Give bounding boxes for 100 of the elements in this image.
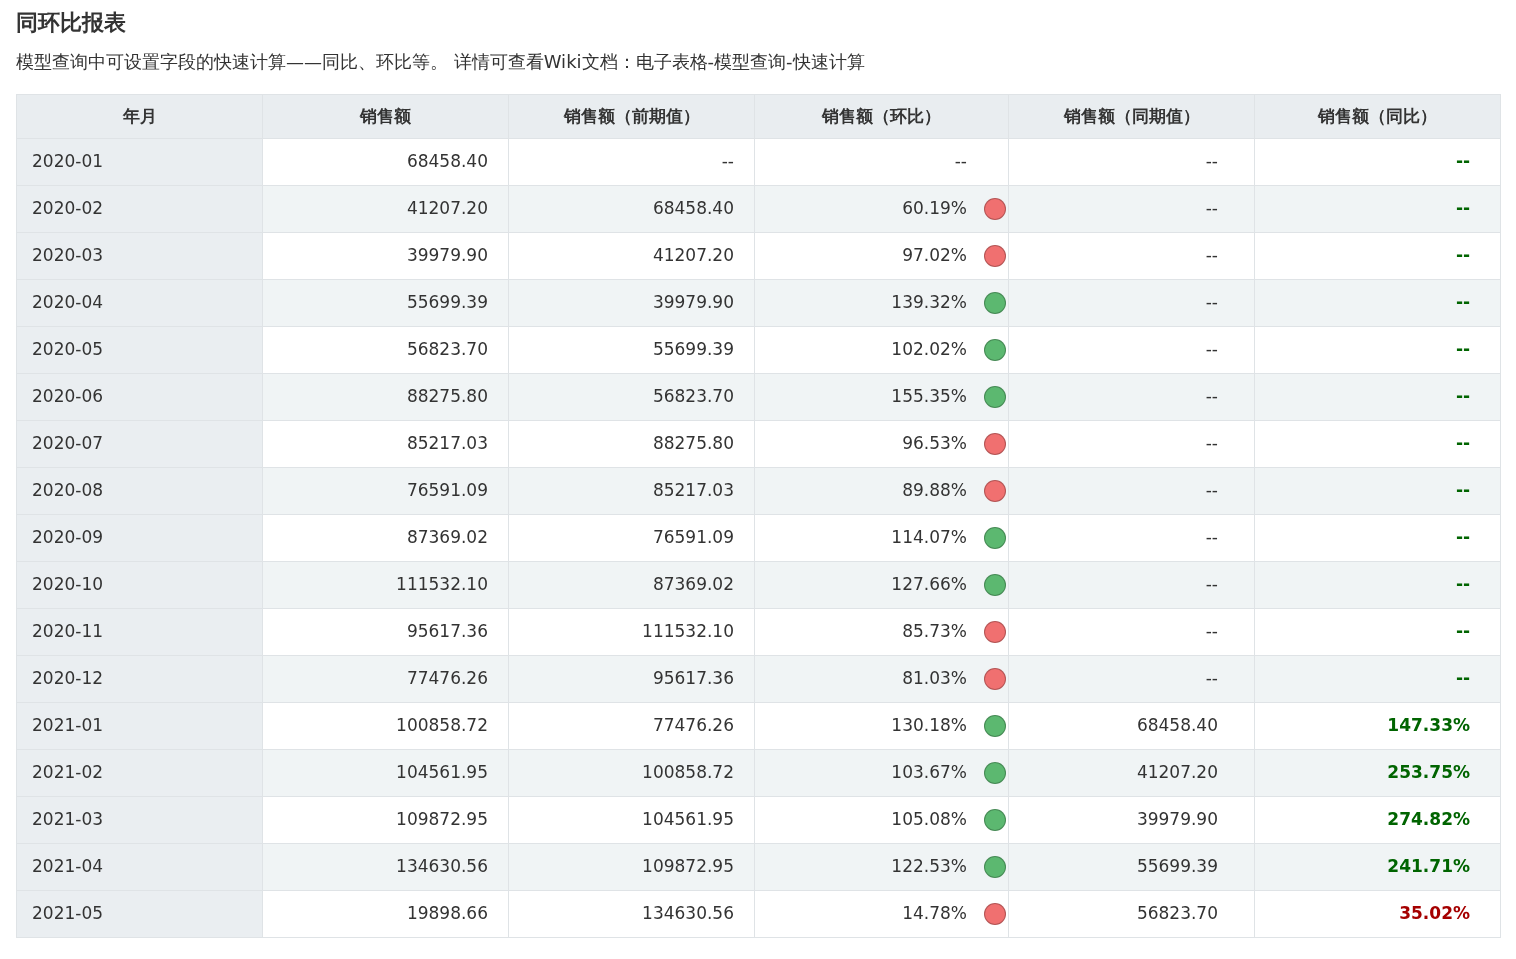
table-cell: -- [1008, 655, 1255, 703]
column-header: 销售额 [262, 94, 509, 139]
table-cell-text: 14.78% [902, 902, 967, 926]
table-cell: 2021-05 [16, 890, 263, 938]
table-cell: -- [1254, 514, 1501, 562]
table-cell: -- [1008, 279, 1255, 327]
table-cell-text: 155.35% [891, 385, 967, 409]
column-header: 销售额（环比） [754, 94, 1009, 139]
table-cell: 2021-01 [16, 702, 263, 750]
table-cell: 134630.56 [508, 890, 755, 938]
table-cell-text: 96.53% [902, 432, 967, 456]
description-text: 模型查询中可设置字段的快速计算——同比、环比等。 详情可查看Wiki文档：电子表格-模型查询-快速计算 [16, 50, 866, 74]
report-title: 同环比报表 [16, 10, 127, 37]
table-cell-text: 102.02% [891, 338, 967, 362]
table-cell-text: -- [954, 150, 967, 174]
table-cell: 55699.39 [1008, 843, 1255, 891]
table-cell: 111532.10 [508, 608, 755, 656]
table-cell: 134630.56 [262, 843, 509, 891]
table-cell: -- [1254, 655, 1501, 703]
table-cell: 39979.90 [1008, 796, 1255, 844]
table-cell: 76591.09 [262, 467, 509, 515]
table-cell: 104561.95 [508, 796, 755, 844]
column-header: 销售额（同比） [1254, 94, 1501, 139]
table-cell-text: 89.88% [902, 479, 967, 503]
table-cell: 100858.72 [262, 702, 509, 750]
table-cell: 56823.70 [508, 373, 755, 421]
table-cell: 2020-07 [16, 420, 263, 468]
table-cell-text: 114.07% [891, 526, 967, 550]
column-header: 年月 [16, 94, 263, 139]
table-cell: 274.82% [1254, 796, 1501, 844]
table-cell: 85217.03 [508, 467, 755, 515]
table-cell: -- [1008, 608, 1255, 656]
table-cell: 85217.03 [262, 420, 509, 468]
table-cell: -- [1008, 232, 1255, 280]
table-cell-text: 60.19% [902, 197, 967, 221]
table-cell: 77476.26 [262, 655, 509, 703]
table-cell: 56823.70 [1008, 890, 1255, 938]
table-cell: 76591.09 [508, 514, 755, 562]
table-cell: 56823.70 [262, 326, 509, 374]
table-cell: 19898.66 [262, 890, 509, 938]
table-cell: -- [1254, 608, 1501, 656]
table-cell: 68458.40 [1008, 702, 1255, 750]
table-cell: 109872.95 [262, 796, 509, 844]
table-cell: -- [1254, 279, 1501, 327]
table-cell: -- [1254, 185, 1501, 233]
table-cell: 41207.20 [262, 185, 509, 233]
table-cell: 35.02% [1254, 890, 1501, 938]
table-cell: 88275.80 [262, 373, 509, 421]
table-cell-text: 139.32% [891, 291, 967, 315]
table-cell: 253.75% [1254, 749, 1501, 797]
table-cell: 95617.36 [262, 608, 509, 656]
column-header: 销售额（前期值） [508, 94, 755, 139]
table-cell: 2020-10 [16, 561, 263, 609]
table-cell: 2020-08 [16, 467, 263, 515]
table-cell: -- [1254, 467, 1501, 515]
table-cell: 39979.90 [508, 279, 755, 327]
table-cell: 2020-03 [16, 232, 263, 280]
table-cell: 87369.02 [508, 561, 755, 609]
table-cell: 2020-01 [16, 138, 263, 186]
table-cell: -- [508, 138, 755, 186]
table-cell: -- [1254, 138, 1501, 186]
table-cell: -- [1008, 561, 1255, 609]
table-cell: 2021-02 [16, 749, 263, 797]
table-cell: 68458.40 [508, 185, 755, 233]
table-cell: 2020-09 [16, 514, 263, 562]
table-cell: -- [1254, 561, 1501, 609]
table-cell: 2020-11 [16, 608, 263, 656]
table-cell: 77476.26 [508, 702, 755, 750]
table-cell: 2020-12 [16, 655, 263, 703]
table-cell: 104561.95 [262, 749, 509, 797]
table-cell: -- [1008, 420, 1255, 468]
table-cell: 109872.95 [508, 843, 755, 891]
table-cell: 41207.20 [508, 232, 755, 280]
column-header: 销售额（同期值） [1008, 94, 1255, 139]
table-cell: 68458.40 [262, 138, 509, 186]
table-cell: 55699.39 [508, 326, 755, 374]
table-cell: -- [1008, 514, 1255, 562]
table-cell: 2021-04 [16, 843, 263, 891]
table-cell: 95617.36 [508, 655, 755, 703]
table-cell: 41207.20 [1008, 749, 1255, 797]
table-cell: -- [1254, 232, 1501, 280]
table-cell-text: 105.08% [891, 808, 967, 832]
table-cell: 39979.90 [262, 232, 509, 280]
table-cell: 2020-06 [16, 373, 263, 421]
table-cell: 111532.10 [262, 561, 509, 609]
table-cell-text: 130.18% [891, 714, 967, 738]
table-cell: 2020-05 [16, 326, 263, 374]
table-cell: -- [1254, 326, 1501, 374]
table-cell: -- [1254, 420, 1501, 468]
table-cell-text: 103.67% [891, 761, 967, 785]
table-cell: -- [1008, 185, 1255, 233]
table-cell: -- [1008, 467, 1255, 515]
table-cell: 2020-04 [16, 279, 263, 327]
table-cell-text: 122.53% [891, 855, 967, 879]
table-cell-text: 85.73% [902, 620, 967, 644]
table-cell: -- [1008, 138, 1255, 186]
table-cell: 147.33% [1254, 702, 1501, 750]
table-cell: 100858.72 [508, 749, 755, 797]
table-cell: 2021-03 [16, 796, 263, 844]
table-cell: -- [1254, 373, 1501, 421]
